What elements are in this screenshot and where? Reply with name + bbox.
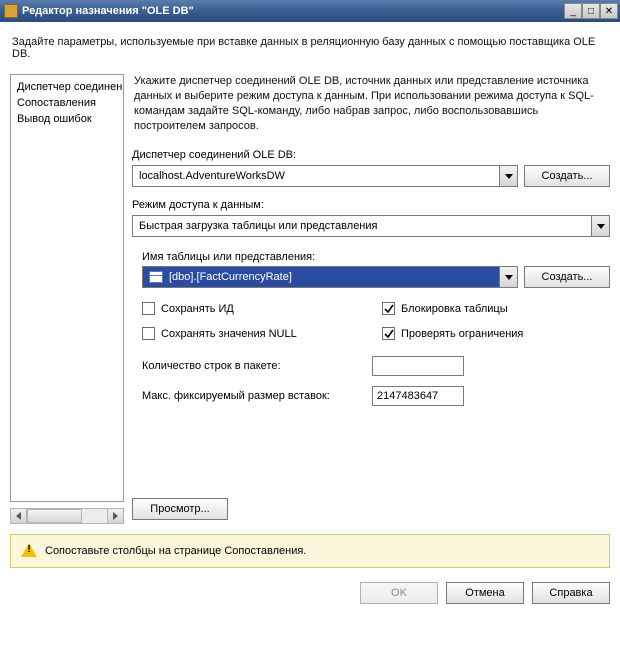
access-mode-dropdown-button[interactable] [591,216,609,236]
connection-combo[interactable]: localhost.AdventureWorksDW [132,165,518,187]
table-lock-checkbox[interactable]: Блокировка таблицы [382,302,523,315]
create-connection-button[interactable]: Создать... [524,165,610,187]
scroll-thumb[interactable] [27,509,82,523]
access-mode-combo[interactable]: Быстрая загрузка таблицы или представлен… [132,215,610,237]
checkbox-icon [142,302,155,315]
sidebar-item-mappings[interactable]: Сопоставления [11,95,123,111]
scroll-right-button[interactable] [107,509,123,523]
table-name-combo[interactable]: [dbo].[FactCurrencyRate] [142,266,518,288]
sidebar-scrollbar[interactable] [10,508,124,524]
warning-text: Сопоставьте столбцы на странице Сопостав… [45,545,306,557]
window-title: Редактор назначения "OLE DB" [22,5,194,17]
keep-identity-label: Сохранять ИД [161,303,234,315]
maximize-icon: □ [588,6,594,17]
access-mode-value: Быстрая загрузка таблицы или представлен… [133,220,591,232]
chevron-down-icon [505,275,513,280]
minimize-button[interactable]: _ [564,3,582,19]
check-constraints-checkbox[interactable]: Проверять ограничения [382,327,523,340]
check-constraints-label: Проверять ограничения [401,328,523,340]
rows-per-batch-label: Количество строк в пакете: [142,360,362,372]
ok-button[interactable]: OK [360,582,438,604]
max-commit-label: Макс. фиксируемый размер вставок: [142,390,362,402]
connection-dropdown-button[interactable] [499,166,517,186]
page-subtitle: Задайте параметры, используемые при вста… [12,36,608,60]
checkbox-icon [382,327,395,340]
preview-button[interactable]: Просмотр... [132,498,228,520]
max-commit-input[interactable]: 2147483647 [372,386,464,406]
connection-value: localhost.AdventureWorksDW [133,170,499,182]
table-name-label: Имя таблицы или представления: [142,251,610,263]
warning-bar: Сопоставьте столбцы на странице Сопостав… [10,534,610,568]
table-lock-label: Блокировка таблицы [401,303,508,315]
warning-icon [21,543,37,559]
help-button[interactable]: Справка [532,582,610,604]
window-buttons: _ □ ✕ [564,3,618,19]
scroll-left-button[interactable] [11,509,27,523]
titlebar: Редактор назначения "OLE DB" _ □ ✕ [0,0,620,22]
chevron-down-icon [597,224,605,229]
main-panel: Укажите диспетчер соединений OLE DB, ист… [132,74,610,520]
sidebar: Диспетчер соединений Сопоставления Вывод… [10,74,124,502]
create-table-button[interactable]: Создать... [524,266,610,288]
dialog-footer: OK Отмена Справка [10,578,610,604]
arrow-right-icon [113,512,118,520]
cancel-button[interactable]: Отмена [446,582,524,604]
sidebar-item-error-output[interactable]: Вывод ошибок [11,111,123,127]
table-icon [149,271,163,283]
minimize-icon: _ [570,6,576,17]
maximize-button[interactable]: □ [582,3,600,19]
checkbox-icon [382,302,395,315]
scroll-track[interactable] [27,509,107,523]
chevron-down-icon [505,174,513,179]
intro-text: Укажите диспетчер соединений OLE DB, ист… [134,74,608,133]
keep-identity-checkbox[interactable]: Сохранять ИД [142,302,362,315]
table-name-value: [dbo].[FactCurrencyRate] [169,271,292,283]
table-name-dropdown-button[interactable] [499,267,517,287]
close-icon: ✕ [605,6,613,17]
keep-nulls-checkbox[interactable]: Сохранять значения NULL [142,327,362,340]
keep-nulls-label: Сохранять значения NULL [161,328,297,340]
rows-per-batch-input[interactable] [372,356,464,376]
connection-label: Диспетчер соединений OLE DB: [132,149,610,162]
sidebar-item-connection-manager[interactable]: Диспетчер соединений [11,79,123,95]
close-button[interactable]: ✕ [600,3,618,19]
access-mode-label: Режим доступа к данным: [132,199,610,212]
app-icon [4,4,18,18]
checkbox-icon [142,327,155,340]
arrow-left-icon [16,512,21,520]
